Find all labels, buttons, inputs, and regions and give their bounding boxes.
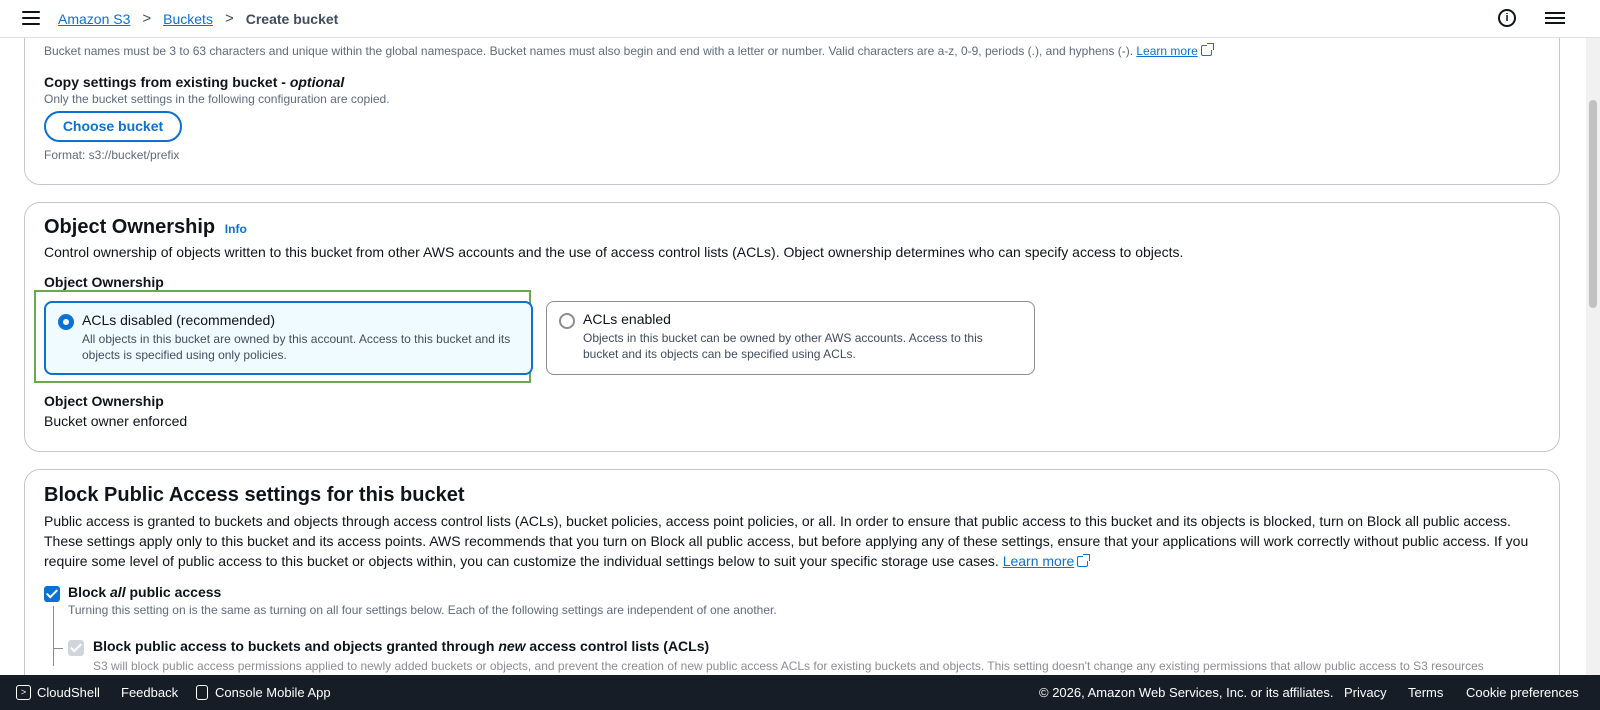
block-all-public-access-description: Turning this setting on is the same as t… xyxy=(68,603,777,617)
object-ownership-description: Control ownership of objects written to … xyxy=(44,244,1184,260)
radio-acls-disabled[interactable] xyxy=(58,314,74,330)
block-all-public-access-checkbox[interactable] xyxy=(44,586,60,602)
scrollbar-thumb[interactable] xyxy=(1589,100,1597,308)
radio-tile-acls-enabled[interactable]: ACLs enabled Objects in this bucket can … xyxy=(546,301,1035,375)
block-new-acls-label: Block public access to buckets and objec… xyxy=(93,638,710,654)
acls-disabled-description: All objects in this bucket are owned by … xyxy=(82,332,511,362)
privacy-link[interactable]: Privacy xyxy=(1344,685,1387,700)
block-public-access-learn-more-link[interactable]: Learn more xyxy=(1003,553,1075,569)
radio-acls-enabled[interactable] xyxy=(559,313,575,329)
hamburger-menu-icon[interactable] xyxy=(22,11,40,27)
block-new-acls-checkbox[interactable] xyxy=(68,640,84,656)
cookie-preferences-link[interactable]: Cookie preferences xyxy=(1466,685,1579,700)
copy-settings-label: Copy settings from existing bucket - opt… xyxy=(44,74,345,90)
cloudshell-icon: > xyxy=(16,685,31,700)
block-all-public-access-label: Block all public access xyxy=(68,584,222,600)
terms-link[interactable]: Terms xyxy=(1408,685,1443,700)
breadcrumb-separator-icon: > xyxy=(142,10,152,27)
learn-more-link[interactable]: Learn more xyxy=(1136,44,1197,58)
breadcrumb-amazon-s3[interactable]: Amazon S3 xyxy=(58,11,130,27)
tree-connector-branch xyxy=(53,648,63,649)
breadcrumb-current: Create bucket xyxy=(245,10,339,27)
tree-connector-line xyxy=(53,606,54,666)
block-public-access-heading: Block Public Access settings for this bu… xyxy=(44,484,465,506)
block-new-acls-description: S3 will block public access permissions … xyxy=(93,659,1484,673)
acls-enabled-label: ACLs enabled xyxy=(583,311,671,327)
acls-enabled-description: Objects in this bucket can be owned by o… xyxy=(583,331,983,361)
copyright-text: © 2026, Amazon Web Services, Inc. or its… xyxy=(1039,685,1334,700)
breadcrumb: Amazon S3 > Buckets > Create bucket xyxy=(58,10,338,27)
cloudshell-link[interactable]: CloudShell xyxy=(37,685,100,700)
object-ownership-info-link[interactable]: Info xyxy=(225,222,247,236)
radio-tile-acls-disabled[interactable]: ACLs disabled (recommended) All objects … xyxy=(44,301,533,375)
mobile-phone-icon xyxy=(196,685,208,700)
object-ownership-result-label: Object Ownership xyxy=(44,393,164,409)
feedback-link[interactable]: Feedback xyxy=(121,685,178,700)
object-ownership-header: Object Ownership Info xyxy=(44,216,247,239)
copy-settings-format-hint: Format: s3://bucket/prefix xyxy=(44,148,180,162)
console-mobile-app-link[interactable]: Console Mobile App xyxy=(215,685,331,700)
external-link-icon xyxy=(1077,554,1091,567)
breadcrumb-buckets[interactable]: Buckets xyxy=(163,11,213,27)
object-ownership-heading: Object Ownership xyxy=(44,216,216,238)
info-icon[interactable]: i xyxy=(1498,9,1516,27)
choose-bucket-button[interactable]: Choose bucket xyxy=(44,111,182,142)
bucket-name-constraint-text: Bucket names must be 3 to 63 characters … xyxy=(44,43,1544,58)
console-footer: > CloudShell Feedback Console Mobile App… xyxy=(0,675,1600,710)
object-ownership-result-value: Bucket owner enforced xyxy=(44,413,188,429)
breadcrumb-separator-icon: > xyxy=(224,10,234,27)
page-scrollbar[interactable] xyxy=(1586,38,1600,675)
top-navigation-bar: Amazon S3 > Buckets > Create bucket i xyxy=(0,0,1600,38)
block-public-access-description: Public access is granted to buckets and … xyxy=(44,513,1529,569)
copy-settings-description: Only the bucket settings in the followin… xyxy=(44,92,390,106)
object-ownership-field-label: Object Ownership xyxy=(44,274,164,290)
external-link-icon xyxy=(1200,43,1214,56)
settings-panel-icon[interactable] xyxy=(1545,9,1565,27)
acls-disabled-label: ACLs disabled (recommended) xyxy=(82,312,275,328)
